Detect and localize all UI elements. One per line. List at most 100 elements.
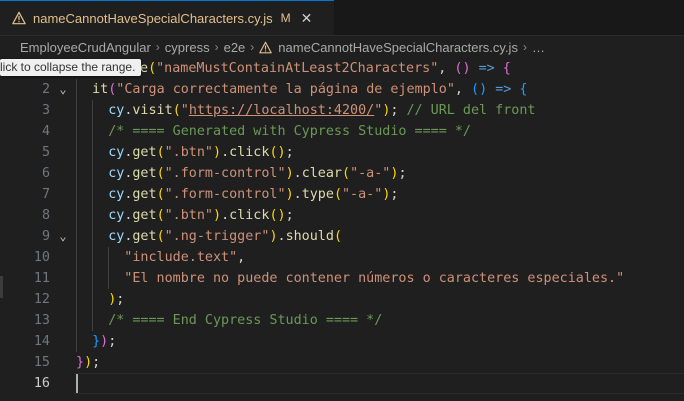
code-text: cy.get(".form-control").type("-a-"); <box>108 184 398 205</box>
line-number: 11 <box>33 271 50 286</box>
code-token: cy <box>108 103 125 118</box>
code-token: } <box>76 355 85 370</box>
line-number: 12 <box>33 292 50 307</box>
line-number: 14 <box>33 334 50 349</box>
code-token: "nameMustContainAtLeast2Characters" <box>156 61 439 76</box>
code-token: ( <box>342 166 351 181</box>
tab-title: nameCannotHaveSpecialCharacters.cy.js <box>33 10 273 26</box>
code-token: ( <box>156 208 165 223</box>
code-token: . <box>221 208 230 223</box>
code-token: ; <box>92 355 101 370</box>
code-line[interactable]: 8 cy.get(".btn").click(); <box>0 205 684 226</box>
warning-icon <box>12 11 26 25</box>
code-token: get <box>132 229 157 244</box>
line-number: 2 <box>41 82 50 97</box>
breadcrumb-item-e2e[interactable]: e2e <box>224 40 246 55</box>
code-line[interactable]: 9 ⌄ cy.get(".ng-trigger").should( <box>0 226 684 247</box>
line-number: 6 <box>41 166 50 181</box>
code-token: get <box>132 145 157 160</box>
code-line[interactable]: 16 <box>0 373 684 394</box>
code-token: . <box>221 145 230 160</box>
code-token: cy <box>108 229 125 244</box>
code-token: ; <box>390 103 407 118</box>
code-token: ".form-control" <box>164 187 286 202</box>
code-line[interactable]: 10 "include.text", <box>0 247 684 268</box>
code-line[interactable]: 3 cy.visit("https://localhost:4200/"); //… <box>0 100 684 121</box>
code-token: ( <box>156 229 165 244</box>
code-text: cy.get(".btn").click(); <box>108 142 293 163</box>
code-editor[interactable]: e ( "nameMustContainAtLeast2Characters", (… <box>0 58 684 401</box>
breadcrumb-item-cypress[interactable]: cypress <box>165 40 210 55</box>
code-line[interactable]: 14}); <box>0 331 684 352</box>
code-token: ) <box>269 229 278 244</box>
code-line[interactable]: 4 /* ==== Generated with Cypress Studio =… <box>0 121 684 142</box>
code-token: /* ==== Generated with Cypress Studio ==… <box>108 124 471 139</box>
code-token: "-a-" <box>342 187 383 202</box>
tab-bar: nameCannotHaveSpecialCharacters.cy.js M … <box>0 0 684 36</box>
chevron-down-icon[interactable]: ⌄ <box>56 79 70 100</box>
line-number: 13 <box>33 313 50 328</box>
line-number: 4 <box>41 124 50 139</box>
breadcrumb-separator: › <box>250 40 255 54</box>
code-token: ".form-control" <box>164 166 286 181</box>
code-token: "include.text" <box>124 250 238 265</box>
code-line[interactable]: 6 cy.get(".form-control").clear("-a-"); <box>0 163 684 184</box>
code-token: get <box>132 208 157 223</box>
code-token: , <box>237 250 246 265</box>
breadcrumb-item-file[interactable]: nameCannotHaveSpecialCharacters.cy.js <box>278 40 518 55</box>
code-token: ) <box>285 187 294 202</box>
breadcrumb-ellipsis[interactable]: … <box>532 40 545 55</box>
code-token: should <box>285 229 334 244</box>
code-token: () <box>269 145 286 160</box>
code-token: } <box>92 334 101 349</box>
code-token: ( <box>156 166 165 181</box>
close-icon[interactable]: ✕ <box>301 10 313 27</box>
code-line[interactable]: 7 cy.get(".form-control").type("-a-"); <box>0 184 684 205</box>
code-token: { <box>502 61 511 76</box>
code-text: "include.text", <box>124 247 245 268</box>
code-text: /* ==== Generated with Cypress Studio ==… <box>108 121 471 142</box>
code-token: . <box>293 187 302 202</box>
code-token: () <box>471 82 488 97</box>
code-line[interactable]: 12); <box>0 289 684 310</box>
code-line[interactable]: 15}); <box>0 352 684 373</box>
code-token: { <box>519 82 528 97</box>
code-token: ; <box>285 208 294 223</box>
code-line[interactable]: 13 /* ==== End Cypress Studio ==== */ <box>0 310 684 331</box>
code-token: get <box>132 187 157 202</box>
code-token: ; <box>108 334 117 349</box>
code-text: cy.get(".form-control").clear("-a-"); <box>108 163 406 184</box>
code-token: e <box>140 61 149 76</box>
line-number: 5 <box>41 145 50 160</box>
chevron-down-icon[interactable]: ⌄ <box>56 226 70 247</box>
code-text: cy.get(".btn").click(); <box>108 205 293 226</box>
line-number: 10 <box>33 250 50 265</box>
breadcrumb-item-project[interactable]: EmployeeCrudAngular <box>20 40 151 55</box>
breadcrumb-separator: › <box>214 40 219 54</box>
code-line[interactable]: 2 ⌄ it("Carga correctamente la página de e… <box>0 79 684 100</box>
code-token: ".ng-trigger" <box>164 229 270 244</box>
code-line[interactable]: 5 cy.get(".btn").click(); <box>0 142 684 163</box>
code-token: ) <box>100 334 109 349</box>
editor-tab[interactable]: nameCannotHaveSpecialCharacters.cy.js M … <box>0 0 334 35</box>
code-token: cy <box>108 166 125 181</box>
code-token: . <box>277 229 286 244</box>
code-token: ( <box>156 145 165 160</box>
code-token: ; <box>285 145 294 160</box>
code-token: ; <box>390 187 399 202</box>
code-token: cy <box>108 145 125 160</box>
line-number: 9 <box>41 229 50 244</box>
code-token: clear <box>301 166 342 181</box>
code-token: type <box>301 187 334 202</box>
breadcrumb-separator: › <box>522 40 527 54</box>
code-token: => <box>478 61 495 76</box>
code-text: cy.get(".ng-trigger").should( <box>108 226 342 247</box>
fold-tooltip: lick to collapse the range. <box>0 59 142 76</box>
code-token: click <box>229 145 270 160</box>
code-line[interactable]: 11 "El nombre no puede contener números o… <box>0 268 684 289</box>
code-token: " <box>180 103 189 118</box>
line-number: 16 <box>33 376 50 391</box>
code-token: , <box>454 82 472 97</box>
